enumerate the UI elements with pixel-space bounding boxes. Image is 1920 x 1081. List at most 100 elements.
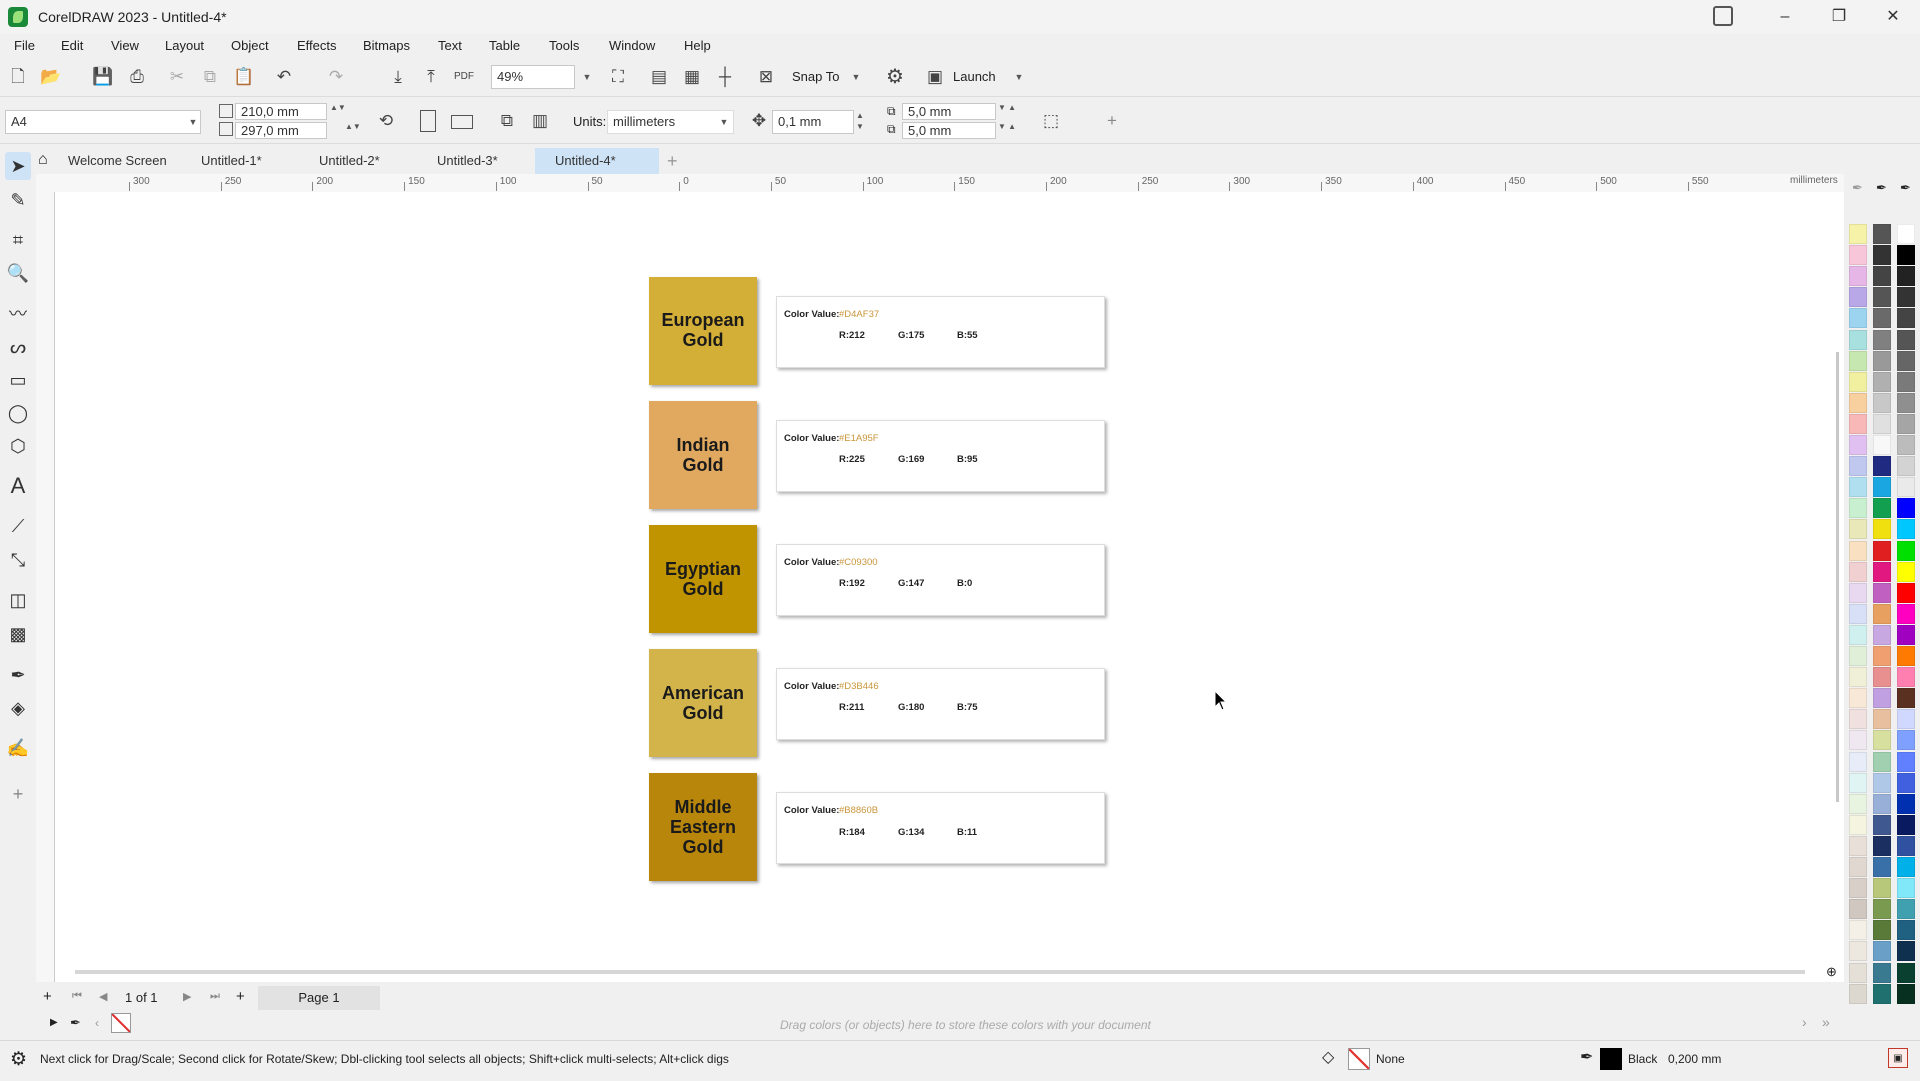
palette-color-swatch[interactable] xyxy=(1873,245,1891,266)
palette-color-swatch[interactable] xyxy=(1897,941,1915,962)
last-page-icon[interactable]: ⏭ xyxy=(210,990,220,1003)
tab-untitled-4[interactable]: Untitled-4* xyxy=(535,148,659,174)
palette-color-swatch[interactable] xyxy=(1873,540,1891,561)
color-info-card[interactable] xyxy=(776,544,1105,616)
palette-eyedropper-icon[interactable]: ✒ xyxy=(1876,180,1887,196)
close-button[interactable]: ✕ xyxy=(1866,0,1920,34)
new-document-icon[interactable]: 🗋 xyxy=(5,64,31,90)
palette-color-swatch[interactable] xyxy=(1873,392,1891,413)
freehand-tool-icon[interactable]: 〰 xyxy=(5,300,31,328)
palette-color-swatch[interactable] xyxy=(1897,287,1915,308)
document-palette-scroll-right-icon[interactable]: › xyxy=(1802,1014,1807,1030)
new-tab-plus-icon[interactable]: + xyxy=(667,151,678,172)
units-select[interactable]: millimeters xyxy=(607,110,734,134)
palette-color-swatch[interactable] xyxy=(1873,814,1891,835)
nudge-spinner[interactable]: ▲ ▼ xyxy=(856,110,864,132)
color-proofing-icon[interactable]: ▣ xyxy=(1888,1048,1908,1068)
tab-welcome-screen[interactable]: Welcome Screen xyxy=(48,148,187,174)
portrait-icon[interactable] xyxy=(420,110,436,132)
palette-color-swatch[interactable] xyxy=(1873,498,1891,519)
palette-color-swatch[interactable] xyxy=(1873,308,1891,329)
add-toolbar-item-icon[interactable]: + xyxy=(1099,108,1125,134)
first-page-icon[interactable]: ⏮ xyxy=(72,990,82,1003)
account-icon[interactable] xyxy=(1713,6,1733,26)
drop-shadow-icon[interactable]: ◫ xyxy=(5,586,31,614)
pick-tool-icon[interactable]: ➤ xyxy=(5,152,31,180)
document-palette-scroll-left-icon[interactable]: ‹ xyxy=(95,1016,99,1030)
publish-pdf-icon[interactable]: PDF xyxy=(451,64,477,90)
no-color-swatch[interactable] xyxy=(111,1013,131,1033)
palette-color-swatch[interactable] xyxy=(1873,350,1891,371)
palette-color-swatch[interactable] xyxy=(1849,561,1867,582)
palette-color-swatch[interactable] xyxy=(1873,751,1891,772)
page-size-dropdown-arrow[interactable]: ▼ xyxy=(185,112,201,132)
redo-icon[interactable]: ↷ xyxy=(323,64,349,90)
palette-color-swatch[interactable] xyxy=(1849,920,1867,941)
palette-color-swatch[interactable] xyxy=(1873,287,1891,308)
color-info-card[interactable] xyxy=(776,420,1105,492)
page-size-select[interactable]: A4 xyxy=(5,110,201,134)
palette-color-swatch[interactable] xyxy=(1849,477,1867,498)
palette-color-swatch[interactable] xyxy=(1873,962,1891,983)
palette-color-swatch[interactable] xyxy=(1849,287,1867,308)
vertical-ruler[interactable] xyxy=(36,192,55,982)
palette-color-swatch[interactable] xyxy=(1849,878,1867,899)
palette-color-swatch[interactable] xyxy=(1897,646,1915,666)
palette-color-swatch[interactable] xyxy=(1873,709,1891,730)
duplicate-x-spinner[interactable]: ▼ ▲ xyxy=(998,103,1016,112)
palette-color-swatch[interactable] xyxy=(1849,751,1867,772)
palette-color-swatch[interactable] xyxy=(1873,413,1891,434)
copy-icon[interactable]: ⧉ xyxy=(197,64,223,90)
outline-color-swatch[interactable] xyxy=(1600,1048,1622,1070)
duplicate-y-spinner[interactable]: ▼ ▲ xyxy=(998,122,1016,131)
palette-color-swatch[interactable] xyxy=(1897,688,1915,709)
palette-color-swatch[interactable] xyxy=(1897,245,1915,266)
zoom-tool-icon[interactable]: 🔍 xyxy=(5,259,31,287)
palette-color-swatch[interactable] xyxy=(1849,709,1867,730)
page-width-field[interactable]: 210,0 mm xyxy=(235,103,327,120)
undo-icon[interactable]: ↶ xyxy=(271,64,297,90)
palette-color-swatch[interactable] xyxy=(1873,582,1891,603)
palette-color-swatch[interactable] xyxy=(1897,624,1915,645)
palette-color-swatch[interactable] xyxy=(1849,308,1867,329)
text-tool-icon[interactable]: A xyxy=(5,472,31,500)
menu-bitmaps[interactable]: Bitmaps xyxy=(363,38,410,53)
color-info-card[interactable] xyxy=(776,668,1105,740)
palette-color-swatch[interactable] xyxy=(1897,899,1915,920)
palette-color-swatch[interactable] xyxy=(1897,308,1915,329)
palette-color-swatch[interactable] xyxy=(1849,456,1867,477)
palette-color-swatch[interactable] xyxy=(1849,857,1867,877)
menu-tools[interactable]: Tools xyxy=(549,38,579,53)
fill-indicator-icon[interactable]: ◇ xyxy=(1322,1047,1334,1067)
menu-effects[interactable]: Effects xyxy=(297,38,337,53)
transparency-tool-icon[interactable]: ▩ xyxy=(5,620,31,648)
show-guidelines-icon[interactable]: ┼ xyxy=(712,64,738,90)
open-icon[interactable]: 📂 xyxy=(38,64,64,90)
duplicate-distance-y-field[interactable]: 5,0 mm xyxy=(902,122,996,139)
palette-color-swatch[interactable] xyxy=(1873,920,1891,941)
palette-color-swatch[interactable] xyxy=(1873,561,1891,582)
duplicate-distance-x-field[interactable]: 5,0 mm xyxy=(902,103,996,120)
page-height-field[interactable]: 297,0 mm xyxy=(235,122,327,139)
menu-help[interactable]: Help xyxy=(684,38,711,53)
document-palette-eyedropper-icon[interactable]: ✒ xyxy=(70,1015,81,1031)
palette-color-swatch[interactable] xyxy=(1897,709,1915,730)
palette-color-swatch[interactable] xyxy=(1849,772,1867,793)
palette-color-swatch[interactable] xyxy=(1849,624,1867,645)
palette-color-swatch[interactable] xyxy=(1897,435,1915,455)
palette-color-swatch[interactable] xyxy=(1849,350,1867,371)
show-grid-icon[interactable]: ▦ xyxy=(679,64,705,90)
palette-color-swatch[interactable] xyxy=(1873,941,1891,962)
paste-icon[interactable]: 📋 xyxy=(231,64,257,90)
palette-color-swatch[interactable] xyxy=(1897,730,1915,751)
snap-off-icon[interactable]: ⊠ xyxy=(753,64,779,90)
save-icon[interactable]: 💾 xyxy=(90,64,116,90)
palette-color-swatch[interactable] xyxy=(1849,224,1867,244)
page-width-spinner[interactable]: ▲▼ xyxy=(330,103,346,112)
palette-color-swatch[interactable] xyxy=(1897,561,1915,582)
document-palette-expand-icon[interactable]: ▶ xyxy=(50,1017,58,1028)
horizontal-scrollbar[interactable] xyxy=(75,970,1805,974)
palette-color-swatch[interactable] xyxy=(1897,835,1915,856)
palette-color-swatch[interactable] xyxy=(1873,688,1891,709)
palette-color-swatch[interactable] xyxy=(1897,878,1915,899)
